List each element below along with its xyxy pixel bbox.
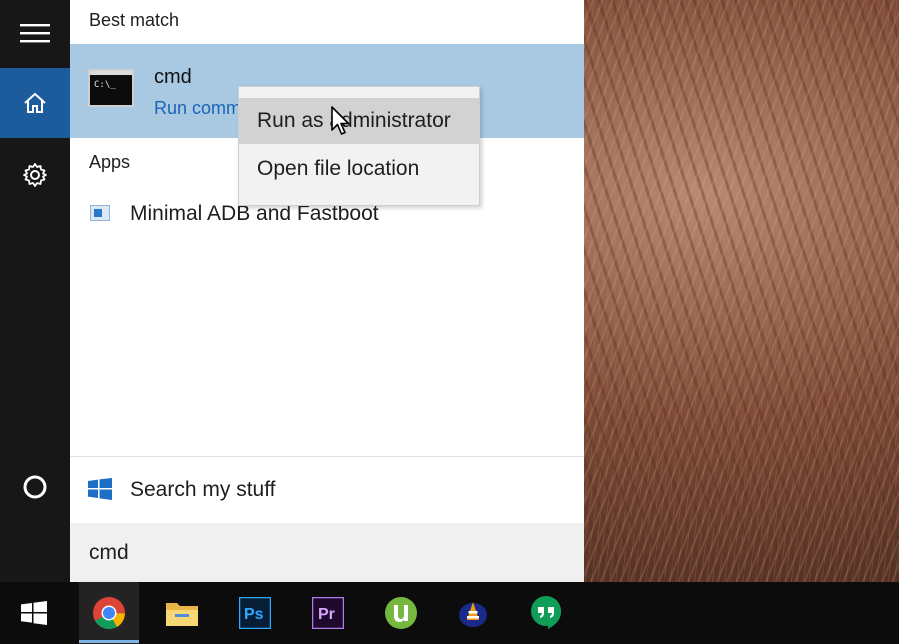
premiere-pro-icon: Pr [312, 597, 344, 629]
search-my-stuff-label: Search my stuff [130, 478, 276, 501]
home-button[interactable] [0, 68, 70, 138]
mouse-pointer-icon [331, 106, 350, 135]
cortana-button[interactable] [0, 452, 70, 522]
best-match-heading: Best match [89, 10, 180, 30]
cortana-circle-icon [23, 475, 47, 499]
start-button[interactable] [4, 582, 64, 644]
file-explorer-icon [166, 603, 198, 626]
photoshop-icon: Ps [239, 597, 271, 629]
open-file-location-menu-item[interactable]: Open file location [239, 146, 479, 192]
best-match-subtitle: Run comm [154, 98, 242, 118]
search-box[interactable] [70, 523, 584, 582]
premiere-pro-icon-text: Pr [318, 606, 335, 623]
photoshop-taskbar-button[interactable]: Ps [225, 582, 285, 644]
search-my-stuff-button[interactable]: Search my stuff [70, 470, 584, 510]
hamburger-menu-button[interactable] [0, 0, 70, 66]
active-app-indicator [79, 640, 139, 643]
chrome-taskbar-button[interactable] [79, 582, 139, 644]
command-prompt-icon-text: C:\_ [94, 80, 116, 90]
utorrent-icon [385, 597, 417, 629]
best-match-title: cmd [154, 66, 192, 88]
file-explorer-taskbar-button[interactable] [152, 582, 212, 644]
vlc-like-app-icon [459, 602, 487, 627]
context-menu: Run as administrator Open file location [238, 86, 480, 206]
windows-logo-icon [88, 478, 112, 500]
search-input[interactable] [70, 523, 584, 582]
windows-start-icon [21, 601, 47, 625]
hangouts-icon [531, 596, 561, 629]
start-left-rail [0, 0, 70, 582]
home-icon [24, 92, 46, 113]
hamburger-menu-icon [20, 24, 50, 43]
chrome-icon [93, 597, 125, 630]
run-as-administrator-menu-item[interactable]: Run as administrator [239, 98, 479, 144]
apps-heading: Apps [89, 152, 131, 172]
settings-gear-icon [23, 163, 47, 187]
photoshop-icon-text: Ps [244, 606, 264, 623]
app-window-icon [90, 205, 110, 221]
command-prompt-icon: C:\_ [88, 69, 134, 107]
settings-button[interactable] [0, 140, 70, 210]
media-app-taskbar-button[interactable] [443, 582, 503, 644]
divider [70, 456, 584, 457]
hangouts-taskbar-button[interactable] [516, 582, 576, 644]
utorrent-taskbar-button[interactable] [371, 582, 431, 644]
taskbar: Ps Pr [0, 582, 899, 644]
premiere-pro-taskbar-button[interactable]: Pr [298, 582, 358, 644]
